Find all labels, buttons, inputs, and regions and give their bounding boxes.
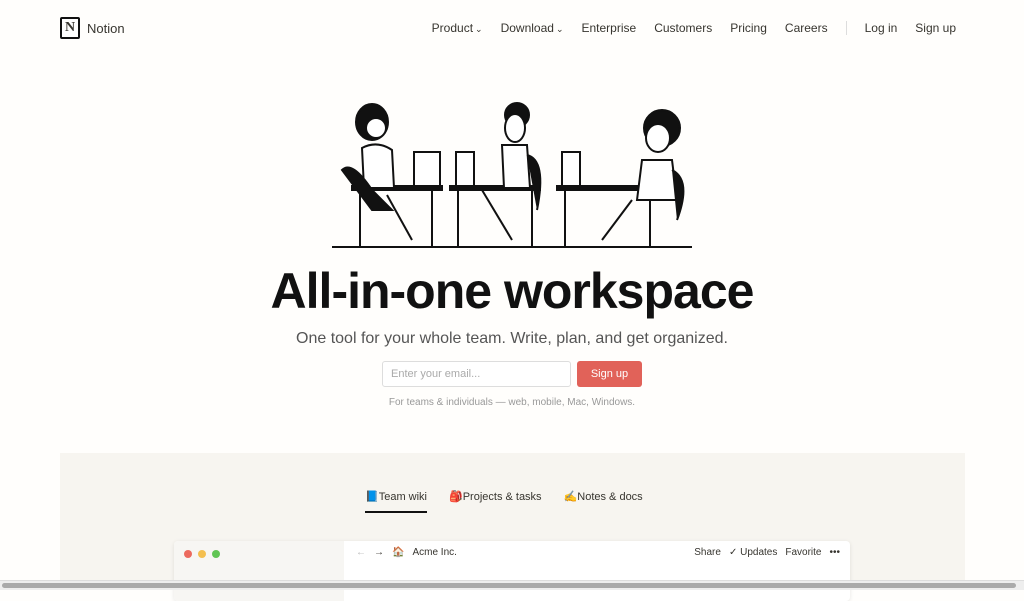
- back-arrow-icon[interactable]: ←: [356, 547, 366, 558]
- notion-logo[interactable]: N Notion: [60, 17, 125, 39]
- updates-button[interactable]: ✓ Updates: [729, 547, 777, 558]
- hero-title: All-in-one workspace: [270, 263, 755, 319]
- favorite-button[interactable]: Favorite: [785, 547, 821, 558]
- page-title: Acme Inc.: [412, 547, 457, 558]
- updates-label: Updates: [740, 547, 778, 558]
- tab-label: Projects & tasks: [462, 491, 542, 503]
- hero-subtitle: One tool for your whole team. Write, pla…: [296, 330, 728, 347]
- check-icon: ✓: [728, 547, 741, 558]
- forward-arrow-icon[interactable]: →: [374, 547, 384, 558]
- backpack-icon: 🎒: [449, 491, 463, 503]
- login-link[interactable]: Log in: [865, 21, 898, 35]
- horizontal-scrollbar[interactable]: [0, 580, 1024, 590]
- window-controls: [184, 550, 220, 558]
- nav-careers[interactable]: Careers: [785, 21, 828, 35]
- nav-enterprise[interactable]: Enterprise: [582, 21, 637, 35]
- top-nav: N Notion Product ⌄ Download ⌄ Enterprise C…: [0, 0, 1024, 56]
- tab-label: Team wiki: [378, 491, 427, 503]
- maximize-dot: [212, 550, 220, 558]
- house-icon: 🏠: [392, 547, 405, 558]
- scrollbar-thumb[interactable]: [2, 583, 1016, 588]
- team-illustration: [332, 102, 692, 248]
- tab-label: Notes & docs: [577, 491, 643, 503]
- nav-label: Download: [500, 21, 554, 35]
- nav-pricing[interactable]: Pricing: [730, 21, 767, 35]
- nav-customers[interactable]: Customers: [654, 21, 712, 35]
- chevron-down-icon: ⌄: [555, 24, 564, 34]
- tab-team-wiki[interactable]: 📘Team wiki: [365, 490, 427, 513]
- nav-product[interactable]: Product ⌄: [432, 21, 483, 35]
- brand-name: Notion: [87, 20, 125, 36]
- nav-label: Product: [431, 21, 474, 35]
- notion-logo-icon: N: [60, 17, 80, 39]
- writing-hand-icon: ✍️: [563, 491, 578, 503]
- feature-panel: 📘Team wiki 🎒Projects & tasks ✍️Notes & d…: [60, 453, 965, 601]
- minimize-dot: [198, 550, 206, 558]
- book-icon: 📘: [365, 491, 379, 503]
- chevron-down-icon: ⌄: [475, 24, 483, 34]
- email-input[interactable]: [382, 361, 571, 387]
- signup-button[interactable]: Sign up: [577, 361, 642, 387]
- platforms-note: For teams & individuals — web, mobile, M…: [388, 397, 636, 408]
- app-preview-window: ← → 🏠 Acme Inc. Share ✓ Updates Favorite…: [174, 541, 850, 601]
- tab-projects-tasks[interactable]: 🎒Projects & tasks: [449, 490, 542, 513]
- close-dot: [184, 550, 192, 558]
- share-button[interactable]: Share: [694, 547, 721, 558]
- signup-link[interactable]: Sign up: [915, 21, 956, 35]
- nav-divider: [845, 21, 847, 35]
- tab-notes-docs[interactable]: ✍️Notes & docs: [564, 490, 643, 513]
- more-icon[interactable]: •••: [829, 547, 840, 558]
- nav-download[interactable]: Download ⌄: [501, 21, 564, 35]
